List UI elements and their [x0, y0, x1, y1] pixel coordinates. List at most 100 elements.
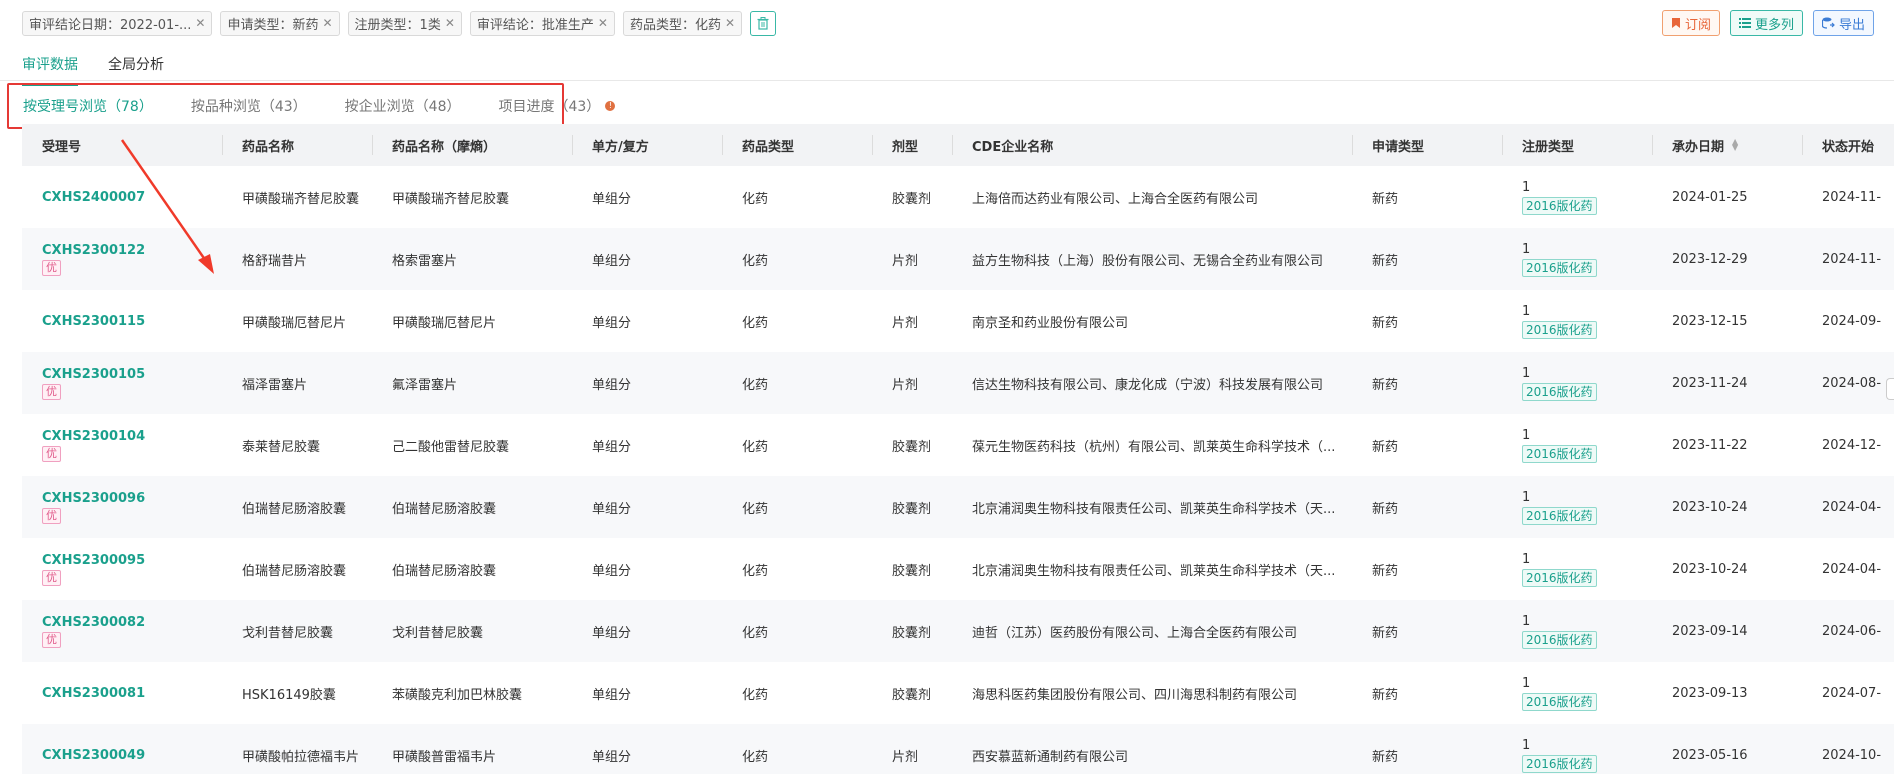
accept-no-cell[interactable]: CXHS2300081 [22, 686, 222, 701]
accept-no-link[interactable]: CXHS2300104 [42, 429, 222, 444]
accept-no-cell[interactable]: CXHS2400007 [22, 190, 222, 205]
cell-text: 化药 [742, 377, 769, 393]
export-button[interactable]: 导出 [1812, 10, 1874, 36]
cell-text: 伯瑞替尼肠溶胶囊 [242, 501, 347, 517]
cell-app: 新药 [1352, 622, 1502, 641]
accept-no-cell[interactable]: CXHS2300104 优 [22, 429, 222, 462]
filter-chip-reg-type[interactable]: 注册类型：1类 ✕ [347, 10, 462, 36]
col-header[interactable]: 药品类型 [722, 124, 872, 166]
accept-no-link[interactable]: CXHS2300115 [42, 314, 222, 329]
cell-name: 戈利昔替尼胶囊 [222, 622, 372, 641]
col-header[interactable]: 注册类型 [1502, 124, 1652, 166]
priority-badge: 优 [42, 631, 61, 648]
bookmark-icon [1671, 18, 1680, 28]
col-header[interactable]: CDE企业名称 [952, 124, 1352, 166]
cell-dtype: 化药 [722, 560, 872, 579]
subscribe-button[interactable]: 订阅 [1661, 10, 1720, 36]
accept-no-link[interactable]: CXHS2300081 [42, 686, 222, 701]
sort-icon[interactable]: ▲ ▼ [1732, 138, 1738, 152]
cell-date: 2023-10-24 [1652, 500, 1802, 515]
filter-chip-conclusion[interactable]: 审评结论：批准生产 ✕ [469, 10, 615, 36]
cell-text: 新药 [1372, 687, 1399, 703]
side-panel-handle[interactable] [1886, 378, 1894, 400]
col-header[interactable]: 剂型 [872, 124, 952, 166]
tab-global-analysis[interactable]: 全局分析 [108, 54, 164, 86]
cell-dtype: 化药 [722, 188, 872, 207]
info-icon[interactable]: ! [605, 101, 616, 111]
accept-no-link[interactable]: CXHS2300105 [42, 367, 222, 382]
table-row[interactable]: CXHS2300105 优 福泽雷塞片 氟泽雷塞片 单组分 化药 片剂 信达生物科技有限公司、… [22, 352, 1894, 414]
accept-no-link[interactable]: CXHS2300095 [42, 553, 222, 568]
cell-start: 2024-07- [1802, 686, 1894, 701]
accept-no-link[interactable]: CXHS2300049 [42, 748, 222, 763]
accept-no-link[interactable]: CXHS2300082 [42, 615, 222, 630]
filter-chip-drug-type[interactable]: 药品类型：化药 ✕ [622, 10, 743, 36]
filter-chip-date[interactable]: 审评结论日期：2022-01-... ✕ [22, 10, 213, 36]
table-row[interactable]: CXHS2300081 HSK16149胶囊 苯磺酸克利加巴林胶囊 单组分 化药 胶囊剂 海… [22, 662, 1894, 724]
table-row[interactable]: CXHS2300122 优 格舒瑞昔片 格索雷塞片 单组分 化药 片剂 益方生物科技（上海）股… [22, 228, 1894, 290]
col-header[interactable]: 单方/复方 [572, 124, 722, 166]
cell-company: 葆元生物医药科技（杭州）有限公司、凯莱英生命科学技术（... [952, 436, 1352, 455]
col-header[interactable]: 药品名称 [222, 124, 372, 166]
col-header-date[interactable]: 承办日期 ▲ ▼ [1652, 124, 1802, 166]
list-icon [1738, 18, 1751, 28]
col-header[interactable]: 状态开始 [1802, 124, 1894, 166]
close-icon[interactable]: ✕ [445, 16, 455, 30]
cell-text: 化药 [742, 563, 769, 579]
table-row[interactable]: CXHS2400007 甲磺酸瑞齐替尼胶囊 甲磺酸瑞齐替尼胶囊 单组分 化药 胶囊剂 上海倍… [22, 166, 1894, 228]
cell-text: 片剂 [892, 377, 919, 393]
cell-text: 2024-04- [1822, 499, 1882, 515]
tab-by-accept-no[interactable]: 按受理号浏览（78） [23, 96, 153, 116]
tab-by-variety[interactable]: 按品种浏览（43） [191, 96, 307, 116]
col-header[interactable]: 受理号 [22, 124, 222, 166]
reg-version-badge: 2016版化药 [1522, 196, 1597, 215]
accept-no-cell[interactable]: CXHS2300049 [22, 748, 222, 763]
table-row[interactable]: CXHS2300115 甲磺酸瑞厄替尼片 甲磺酸瑞厄替尼片 单组分 化药 片剂 南京圣和药业… [22, 290, 1894, 352]
cell-text: 海思科医药集团股份有限公司、四川海思科制药有限公司 [972, 687, 1298, 703]
table-row[interactable]: CXHS2300095 优 伯瑞替尼肠溶胶囊 伯瑞替尼肠溶胶囊 单组分 化药 胶囊剂 北京浦润… [22, 538, 1894, 600]
col-header[interactable]: 药品名称（摩熵） [372, 124, 572, 166]
cell-text: HSK16149胶囊 [242, 687, 336, 703]
table-row[interactable]: CXHS2300096 优 伯瑞替尼肠溶胶囊 伯瑞替尼肠溶胶囊 单组分 化药 胶囊剂 北京浦润… [22, 476, 1894, 538]
close-icon[interactable]: ✕ [322, 16, 332, 30]
cell-name: 格舒瑞昔片 [222, 250, 372, 269]
close-icon[interactable]: ✕ [725, 16, 735, 30]
filter-chip-app-type[interactable]: 申请类型：新药 ✕ [220, 10, 340, 36]
cell-name: 甲磺酸瑞齐替尼胶囊 [222, 188, 372, 207]
table-row[interactable]: CXHS2300049 甲磺酸帕拉德福韦片 甲磺酸普雷福韦片 单组分 化药 片剂 西安慕蓝新… [22, 724, 1894, 774]
clear-filters-button[interactable] [750, 10, 777, 36]
accept-no-cell[interactable]: CXHS2300095 优 [22, 553, 222, 586]
tab-review-data[interactable]: 审评数据 [22, 54, 78, 86]
accept-no-cell[interactable]: CXHS2300096 优 [22, 491, 222, 524]
col-header[interactable]: 申请类型 [1352, 124, 1502, 166]
cell-text: 2023-09-14 [1672, 623, 1748, 639]
cell-text: 化药 [742, 687, 769, 703]
cell-text: 伯瑞替尼肠溶胶囊 [242, 563, 347, 579]
reg-version-badge: 2016版化药 [1522, 444, 1597, 463]
close-icon[interactable]: ✕ [195, 16, 205, 30]
table-row[interactable]: CXHS2300082 优 戈利昔替尼胶囊 戈利昔替尼胶囊 单组分 化药 胶囊剂 迪哲（江苏）… [22, 600, 1894, 662]
cell-date: 2023-12-15 [1652, 314, 1802, 329]
cell-text: 氟泽雷塞片 [392, 377, 458, 393]
cell-text: 南京圣和药业股份有限公司 [972, 315, 1129, 331]
table-header: 受理号 药品名称 药品名称（摩熵） 单方/复方 药品类型 剂型 CDE企业名称 … [22, 124, 1894, 166]
reg-class: 1 [1522, 303, 1531, 319]
accept-no-link[interactable]: CXHS2300122 [42, 243, 222, 258]
cell-name: HSK16149胶囊 [222, 684, 372, 703]
close-icon[interactable]: ✕ [598, 16, 608, 30]
cell-text: 甲磺酸瑞厄替尼片 [242, 315, 347, 331]
accept-no-link[interactable]: CXHS2400007 [42, 190, 222, 205]
cell-combo: 单组分 [572, 436, 722, 455]
accept-no-cell[interactable]: CXHS2300105 优 [22, 367, 222, 400]
accept-no-cell[interactable]: CXHS2300115 [22, 314, 222, 329]
accept-no-cell[interactable]: CXHS2300082 优 [22, 615, 222, 648]
tab-project-progress[interactable]: 项目进度（43）! [498, 96, 616, 116]
accept-no-link[interactable]: CXHS2300096 [42, 491, 222, 506]
tab-by-company[interactable]: 按企业浏览（48） [345, 96, 461, 116]
cell-text: 片剂 [892, 253, 919, 269]
more-columns-button[interactable]: 更多列 [1729, 10, 1803, 36]
cell-text: 甲磺酸瑞厄替尼片 [392, 315, 497, 331]
table-row[interactable]: CXHS2300104 优 泰莱替尼胶囊 己二酸他雷替尼胶囊 单组分 化药 胶囊剂 葆元生物医… [22, 414, 1894, 476]
accept-no-cell[interactable]: CXHS2300122 优 [22, 243, 222, 276]
cell-text: 甲磺酸瑞齐替尼胶囊 [392, 191, 510, 207]
